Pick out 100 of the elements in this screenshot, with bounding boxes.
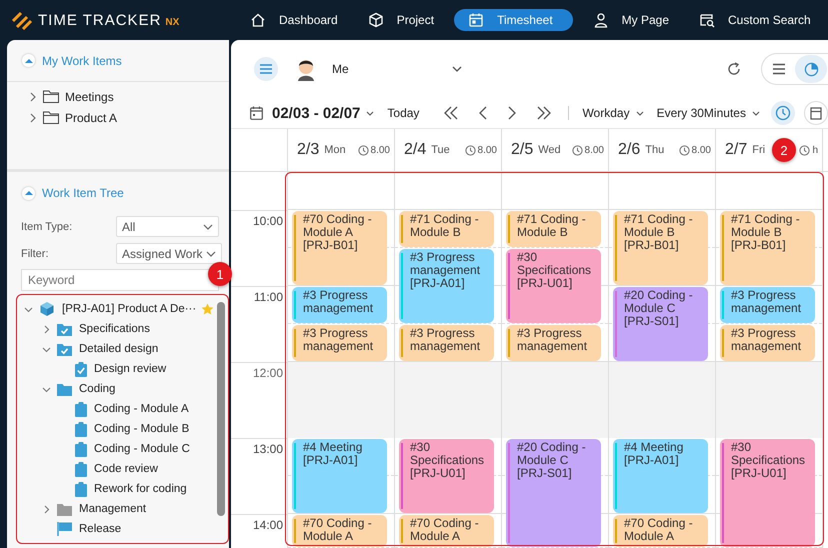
event-card[interactable]: #3 Progress management (720, 287, 815, 323)
chevron-icon[interactable] (29, 112, 37, 122)
event-card[interactable]: #20 Coding - Module C [PRJ-S01] (613, 287, 708, 361)
event-card[interactable]: #71 Coding - Module B [PRJ-B01] (613, 211, 708, 285)
event-card[interactable]: #71 Coding - Module B [PRJ-B01] (720, 211, 815, 285)
clock-icon (358, 144, 369, 156)
chevron-icon[interactable] (42, 344, 50, 354)
tree-item[interactable]: Coding - Module A (94, 403, 189, 415)
cube-icon (39, 301, 55, 317)
calendar-view-button[interactable] (804, 101, 828, 125)
tree-item[interactable]: Design review (94, 363, 166, 375)
event-card[interactable]: #70 Coding - Module A (292, 515, 387, 547)
tree-item[interactable]: [PRJ-A01] Product A De··· (62, 303, 196, 315)
event-card[interactable]: #20 Coding - Module C [PRJ-S01] (506, 439, 601, 547)
event-title: #70 Coding - Module A (410, 517, 480, 543)
menu-button[interactable] (254, 57, 278, 81)
event-card[interactable]: #3 Progress management (292, 287, 387, 323)
folder-label[interactable]: Product A (65, 110, 118, 124)
event-code: [PRJ-B01] (624, 239, 680, 252)
event-card[interactable]: #3 Progress management (720, 325, 815, 361)
event-code: [PRJ-U01] (410, 467, 466, 480)
tree-item[interactable]: Coding (79, 383, 116, 395)
chevron-down-icon (206, 250, 216, 256)
user-select[interactable]: Me (332, 62, 462, 76)
chevron-icon[interactable] (24, 304, 32, 314)
folder-icon (43, 90, 59, 103)
event-card[interactable]: #71 Coding - Module B (506, 211, 601, 247)
chevron-icon[interactable] (42, 504, 50, 514)
event-card[interactable]: #4 Meeting [PRJ-A01] (292, 439, 387, 513)
event-card[interactable]: #70 Coding - Module A [PRJ-B01] (292, 211, 387, 285)
refresh-icon[interactable] (727, 62, 741, 76)
event-card[interactable]: #3 Progress management [PRJ-A01] (399, 249, 494, 323)
previous-icon[interactable] (478, 106, 488, 120)
event-title: #3 Progress management (517, 327, 588, 353)
tree-item[interactable]: Code review (94, 463, 158, 475)
chevron-icon[interactable] (29, 92, 37, 102)
event-title: #70 Coding - Module A (303, 213, 373, 239)
clock-icon (678, 144, 690, 156)
nav-tab[interactable]: Custom Search (689, 9, 821, 31)
tree-item[interactable]: Detailed design (79, 343, 158, 355)
event-card[interactable]: #4 Meeting [PRJ-A01] (613, 439, 708, 513)
nav-tab[interactable]: Project (358, 9, 444, 31)
event-card[interactable]: #30 Specifications [PRJ-U01] (399, 439, 494, 513)
folder-icon (57, 502, 72, 516)
chevron-icon[interactable] (42, 324, 50, 334)
interval-select[interactable]: Every 30Minutes (656, 106, 760, 120)
calendar-icon[interactable] (250, 106, 263, 120)
today-button[interactable]: Today (387, 106, 420, 120)
tree-item[interactable]: Management (79, 503, 146, 515)
nav-tab[interactable]: Timesheet (454, 9, 573, 31)
folder-label[interactable]: Meetings (65, 90, 114, 104)
day-date: 2/3 (297, 141, 320, 159)
event-card[interactable]: #3 Progress management (399, 325, 494, 361)
chevron-down-icon (203, 224, 213, 230)
star-icon[interactable] (201, 303, 214, 315)
chart-view-button[interactable] (795, 55, 827, 83)
event-code: [PRJ-A01] (624, 454, 679, 467)
event-card[interactable]: #30 Specifications [PRJ-U01] (720, 439, 815, 547)
flag-icon (57, 522, 72, 536)
calendar-icon (810, 106, 822, 120)
event-title: #71 Coding - Module B (410, 213, 480, 239)
tree-item[interactable]: Rework for coding (94, 483, 187, 495)
next-icon[interactable] (507, 106, 518, 120)
day-filter-select[interactable]: Workday (582, 106, 644, 120)
time-label: 11:00 (231, 286, 287, 324)
filter-select[interactable]: Assigned Work (116, 243, 222, 264)
chevron-icon[interactable] (42, 384, 50, 394)
event-title: #3 Progress management (303, 327, 374, 353)
logo-icon (12, 10, 34, 30)
event-title: #3 Progress management (731, 289, 802, 315)
event-card[interactable]: #70 Coding - Module A (399, 515, 494, 547)
nav-tab[interactable]: Dashboard (240, 9, 348, 31)
scrollbar[interactable] (217, 302, 225, 516)
event-title: #20 Coding - Module C (517, 441, 587, 467)
hours-toggle-button[interactable] (770, 101, 795, 125)
filter-select[interactable]: All (116, 216, 219, 237)
chevron-down-icon (452, 66, 462, 72)
first-page-icon[interactable] (443, 106, 460, 120)
event-card[interactable]: #71 Coding - Module B (399, 211, 494, 247)
nav-tab[interactable]: My Page (582, 9, 680, 31)
event-card[interactable]: #30 Specifications [PRJ-U01] (506, 249, 601, 323)
event-card[interactable]: #3 Progress management (506, 325, 601, 361)
date-range-select[interactable]: 02/03 - 02/07 (272, 104, 374, 122)
tree-item[interactable]: Coding - Module C (94, 443, 190, 455)
person-icon (592, 12, 609, 28)
tree-item[interactable]: Specifications (79, 323, 150, 335)
clock-icon (464, 144, 476, 156)
tree-item[interactable]: Coding - Module B (94, 423, 190, 435)
event-code: [PRJ-U01] (731, 467, 786, 480)
event-code: [PRJ-U01] (517, 277, 572, 290)
event-code: [PRJ-A01] (303, 454, 358, 467)
event-card[interactable]: #3 Progress management (292, 325, 387, 361)
event-code: [PRJ-B01] (303, 239, 359, 252)
day-hours: 8.00 (692, 144, 711, 156)
event-card[interactable]: #70 Coding - Module A (613, 515, 708, 547)
day-hours: h (812, 144, 818, 156)
weekday-label: Mon (324, 144, 346, 156)
folder-icon (43, 111, 59, 124)
last-page-icon[interactable] (536, 106, 552, 120)
tree-item[interactable]: Release (79, 523, 122, 535)
